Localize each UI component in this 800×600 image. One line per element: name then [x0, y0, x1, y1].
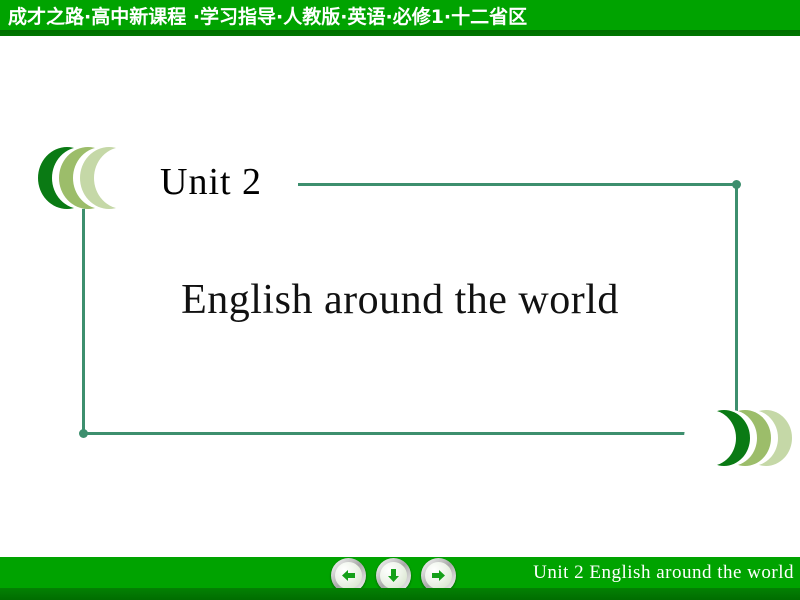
down-button-face [380, 562, 407, 589]
frame-bottom-line [82, 432, 738, 435]
header-underbar-divider [0, 30, 800, 36]
footer-underbar-divider [0, 588, 800, 600]
previous-button-face [335, 562, 362, 589]
slide-title: English around the world [181, 277, 619, 323]
frame-corner-dot-top-right [732, 180, 741, 189]
chevron-left-decoration [38, 147, 152, 209]
arrow-left-icon [340, 567, 357, 584]
unit-label: Unit 2 [160, 161, 263, 203]
slide-canvas: Unit 2 English around the world [0, 44, 800, 557]
arrow-right-icon [430, 567, 447, 584]
header-title: 成才之路·高中新课程 ·学习指导·人教版·英语·必修1·十二省区 [8, 6, 528, 28]
frame-top-line [298, 183, 738, 186]
arrow-down-icon [385, 567, 402, 584]
footer-bar: Unit 2 English around the world [0, 557, 800, 600]
crescent-mask-6 [684, 410, 736, 466]
frame-corner-dot-bottom-left [79, 429, 88, 438]
next-button-face [425, 562, 452, 589]
footer-title-text: Unit 2 English around the world [533, 562, 794, 583]
chevron-right-decoration [684, 410, 792, 466]
header-bar: 成才之路·高中新课程 ·学习指导·人教版·英语·必修1·十二省区 [0, 0, 800, 36]
crescent-mask-3 [94, 147, 152, 209]
